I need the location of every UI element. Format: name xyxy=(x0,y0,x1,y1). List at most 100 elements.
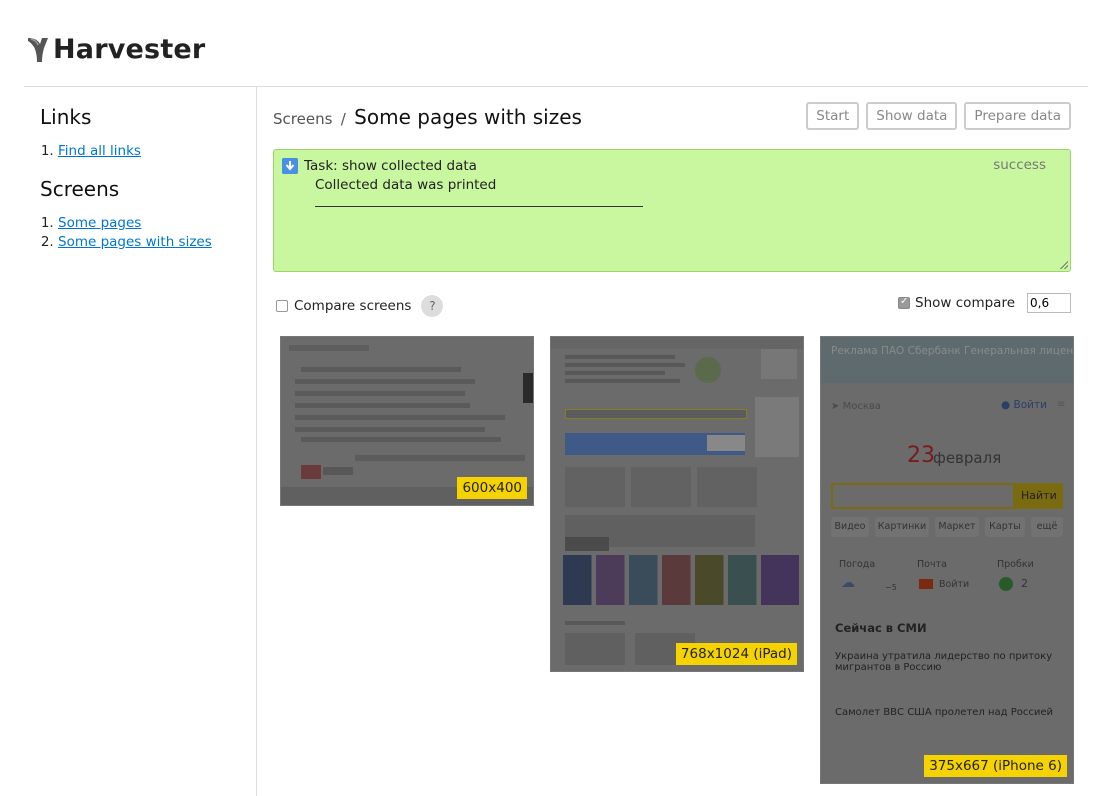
mobile-tab: ещё xyxy=(1031,517,1063,537)
traffic-value: 2 xyxy=(1021,577,1028,590)
mobile-tab: Видео xyxy=(831,517,869,537)
placeholder-circle xyxy=(695,357,721,383)
harvester-logo-icon xyxy=(28,37,48,62)
task-status: success xyxy=(993,157,1046,173)
placeholder-bar xyxy=(565,355,675,359)
divider xyxy=(315,206,643,207)
placeholder-bar xyxy=(323,467,353,475)
placeholder-block xyxy=(697,467,757,507)
placeholder-bar xyxy=(295,391,465,396)
compare-options: Compare screens ? Show compare xyxy=(273,293,1071,317)
placeholder-bar xyxy=(289,345,369,351)
placeholder-bar xyxy=(295,403,470,408)
task-message: Collected data was printed xyxy=(315,177,497,193)
location-arrow-icon: ➤ xyxy=(831,401,840,412)
screens-heading: Screens xyxy=(40,177,120,201)
placeholder-bar xyxy=(301,367,461,372)
placeholder-block xyxy=(631,467,691,507)
weather-widget-label: Погода xyxy=(839,559,876,570)
cloud-icon: ☁ xyxy=(841,575,855,591)
placeholder-bar xyxy=(301,437,501,442)
placeholder-block xyxy=(523,373,533,403)
show-data-button[interactable]: Show data xyxy=(866,102,958,130)
placeholder-posters xyxy=(563,555,799,605)
compare-screens-option: Compare screens ? xyxy=(276,295,444,317)
resize-handle-icon[interactable] xyxy=(1060,261,1068,269)
placeholder-bar xyxy=(295,427,485,432)
screen-size-badge: 768x1024 (iPad) xyxy=(675,643,797,665)
list-item: Some pages with sizes xyxy=(58,233,212,252)
placeholder-block xyxy=(565,537,609,551)
placeholder-bar xyxy=(295,379,475,384)
header: Harvester xyxy=(24,0,1088,87)
news-item: Украина утратила лидерство по притоку ми… xyxy=(835,651,1053,673)
placeholder-block xyxy=(565,467,625,507)
prepare-data-button[interactable]: Prepare data xyxy=(964,102,1071,130)
compare-screens-label: Compare screens xyxy=(294,298,412,314)
download-arrow-icon xyxy=(282,158,298,174)
logo: Harvester xyxy=(26,34,205,65)
mobile-date-word: февраля xyxy=(933,449,1002,467)
show-compare-label: Show compare xyxy=(915,295,1015,311)
mobile-tabs: Видео Картинки Маркет Карты ещё xyxy=(831,517,1063,539)
mobile-login-label: Войти xyxy=(1013,399,1047,411)
task-log[interactable]: Task: show collected data success Collec… xyxy=(273,149,1071,272)
find-all-links-link[interactable]: Find all links xyxy=(58,143,141,159)
breadcrumb-separator: / xyxy=(340,110,346,128)
show-compare-checkbox[interactable] xyxy=(898,296,911,309)
news-heading: Сейчас в СМИ xyxy=(835,621,927,635)
mail-icon xyxy=(919,579,933,589)
mail-login: Войти xyxy=(939,579,970,590)
traffic-widget-label: Пробки xyxy=(997,559,1034,570)
sidebar: Links Find all links Screens Some pages … xyxy=(24,87,257,796)
page-title: Some pages with sizes xyxy=(354,105,582,129)
placeholder-bar xyxy=(551,337,803,349)
task-title: Task: show collected data xyxy=(304,158,477,174)
screenshot-thumbnail[interactable]: 768x1024 (iPad) xyxy=(550,336,804,672)
mail-widget-label: Почта xyxy=(917,559,947,570)
weather-value: −5 xyxy=(885,583,897,592)
list-item: Some pages xyxy=(58,214,212,233)
placeholder-bar xyxy=(565,379,680,383)
mobile-tab: Картинки xyxy=(875,517,929,537)
links-list: Find all links xyxy=(40,142,141,161)
compare-opacity-input[interactable] xyxy=(1027,293,1071,313)
breadcrumb-parent[interactable]: Screens xyxy=(273,110,332,128)
links-heading: Links xyxy=(40,105,92,129)
placeholder-block xyxy=(755,397,799,457)
screen-size-badge: 600x400 xyxy=(457,477,527,499)
mobile-login: ● Войти xyxy=(1001,399,1047,411)
placeholder-bar xyxy=(565,371,665,375)
placeholder-block xyxy=(707,435,745,451)
some-pages-link[interactable]: Some pages xyxy=(58,215,141,231)
placeholder-bar xyxy=(295,415,505,420)
screen-size-badge: 375x667 (iPhone 6) xyxy=(924,755,1067,777)
compare-screens-checkbox[interactable] xyxy=(276,300,288,312)
mobile-location-label: Москва xyxy=(842,401,881,412)
news-item: Самолет ВВС США пролетел над Россией xyxy=(835,707,1054,718)
app-title: Harvester xyxy=(53,34,206,65)
placeholder-block xyxy=(301,465,321,479)
mobile-tab: Маркет xyxy=(935,517,979,537)
screenshot-thumbnail[interactable]: Реклама ПАО Сбербанк Генеральная лицензи… xyxy=(820,336,1074,784)
breadcrumb: Screens / Some pages with sizes xyxy=(273,105,582,129)
screens-list: Some pages Some pages with sizes xyxy=(40,214,212,252)
placeholder-bar xyxy=(565,363,685,367)
mobile-location: ➤ Москва xyxy=(831,401,881,412)
placeholder-bar xyxy=(565,621,625,625)
help-icon[interactable]: ? xyxy=(421,295,444,317)
user-icon: ● xyxy=(1001,399,1011,411)
show-compare-option: Show compare xyxy=(898,293,1071,313)
start-button[interactable]: Start xyxy=(806,102,860,130)
mobile-date-number: 23 xyxy=(907,443,935,468)
mobile-tab: Карты xyxy=(985,517,1025,537)
placeholder-ad-bar xyxy=(821,337,1073,383)
screenshot-thumbnail[interactable]: 600x400 xyxy=(280,336,534,506)
traffic-icon xyxy=(999,577,1013,591)
toolbar: Start Show data Prepare data xyxy=(806,102,1071,130)
mobile-search-button: Найти xyxy=(1021,489,1057,502)
placeholder-search xyxy=(565,409,747,419)
placeholder-block xyxy=(761,349,797,379)
some-pages-with-sizes-link[interactable]: Some pages with sizes xyxy=(58,234,212,250)
mobile-ad-text: Реклама ПАО Сбербанк Генеральная лицензи… xyxy=(831,345,1074,357)
